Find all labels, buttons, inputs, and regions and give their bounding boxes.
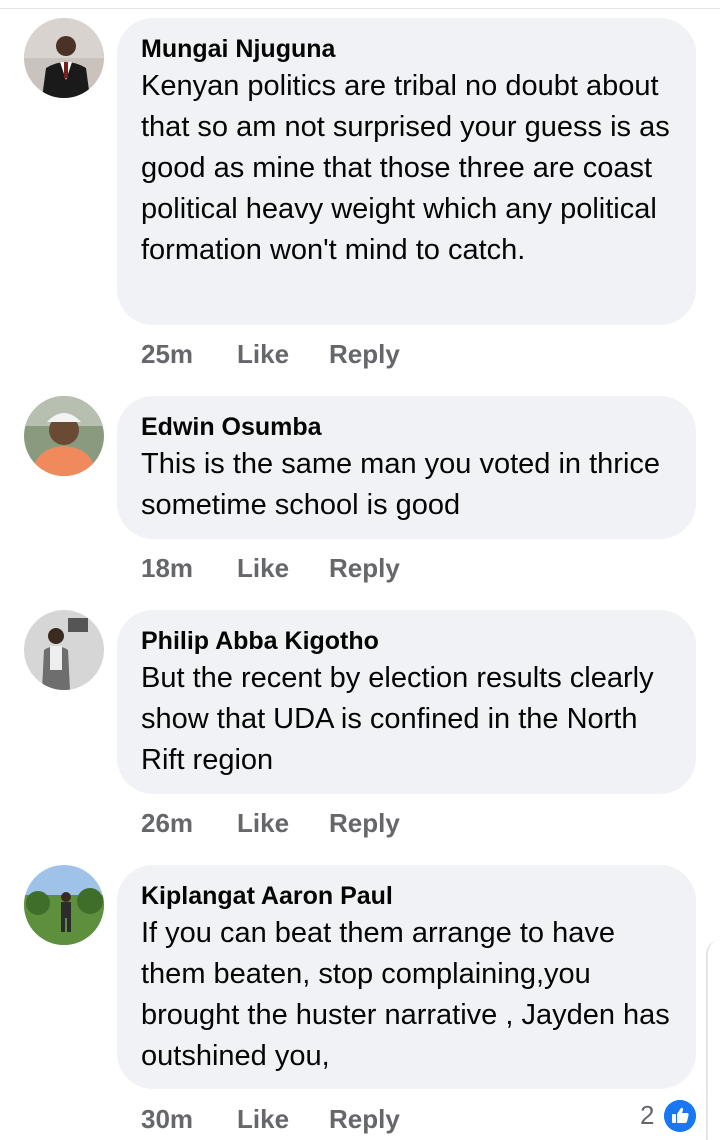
avatar[interactable] [24, 18, 104, 98]
reaction-count: 2 [640, 1100, 655, 1130]
comment-timestamp[interactable]: 25m [141, 339, 193, 370]
top-divider [0, 8, 720, 9]
partial-overlay-edge [706, 940, 720, 1140]
like-button[interactable]: Like [237, 1104, 289, 1135]
comment-timestamp[interactable]: 26m [141, 808, 193, 839]
comment-author[interactable]: Mungai Njuguna [141, 32, 672, 66]
comment-timestamp[interactable]: 18m [141, 553, 193, 584]
like-button[interactable]: Like [237, 808, 289, 839]
comment-bubble: Kiplangat Aaron Paul If you can beat the… [117, 865, 696, 1089]
comment-text: Kenyan politics are tribal no doubt abou… [141, 70, 670, 266]
comment-author[interactable]: Edwin Osumba [141, 410, 672, 444]
avatar[interactable] [24, 865, 104, 945]
comment-text: If you can beat them arrange to have the… [141, 917, 670, 1072]
comment-author[interactable]: Philip Abba Kigotho [141, 624, 672, 658]
comment-bubble: Edwin Osumba This is the same man you vo… [117, 396, 696, 539]
comment-text: But the recent by election results clear… [141, 662, 654, 776]
like-button[interactable]: Like [237, 339, 289, 370]
avatar[interactable] [24, 610, 104, 690]
reply-button[interactable]: Reply [329, 808, 400, 839]
like-thumb-icon [664, 1100, 696, 1132]
reply-button[interactable]: Reply [329, 1104, 400, 1135]
avatar[interactable] [24, 396, 104, 476]
comment-bubble: Philip Abba Kigotho But the recent by el… [117, 610, 696, 794]
comment-text: This is the same man you voted in thrice… [141, 448, 661, 521]
reply-button[interactable]: Reply [329, 339, 400, 370]
like-button[interactable]: Like [237, 553, 289, 584]
comment-author[interactable]: Kiplangat Aaron Paul [141, 879, 672, 913]
comment-timestamp[interactable]: 30m [141, 1104, 193, 1135]
comment-bubble: Mungai Njuguna Kenyan politics are triba… [117, 18, 696, 325]
reply-button[interactable]: Reply [329, 553, 400, 584]
